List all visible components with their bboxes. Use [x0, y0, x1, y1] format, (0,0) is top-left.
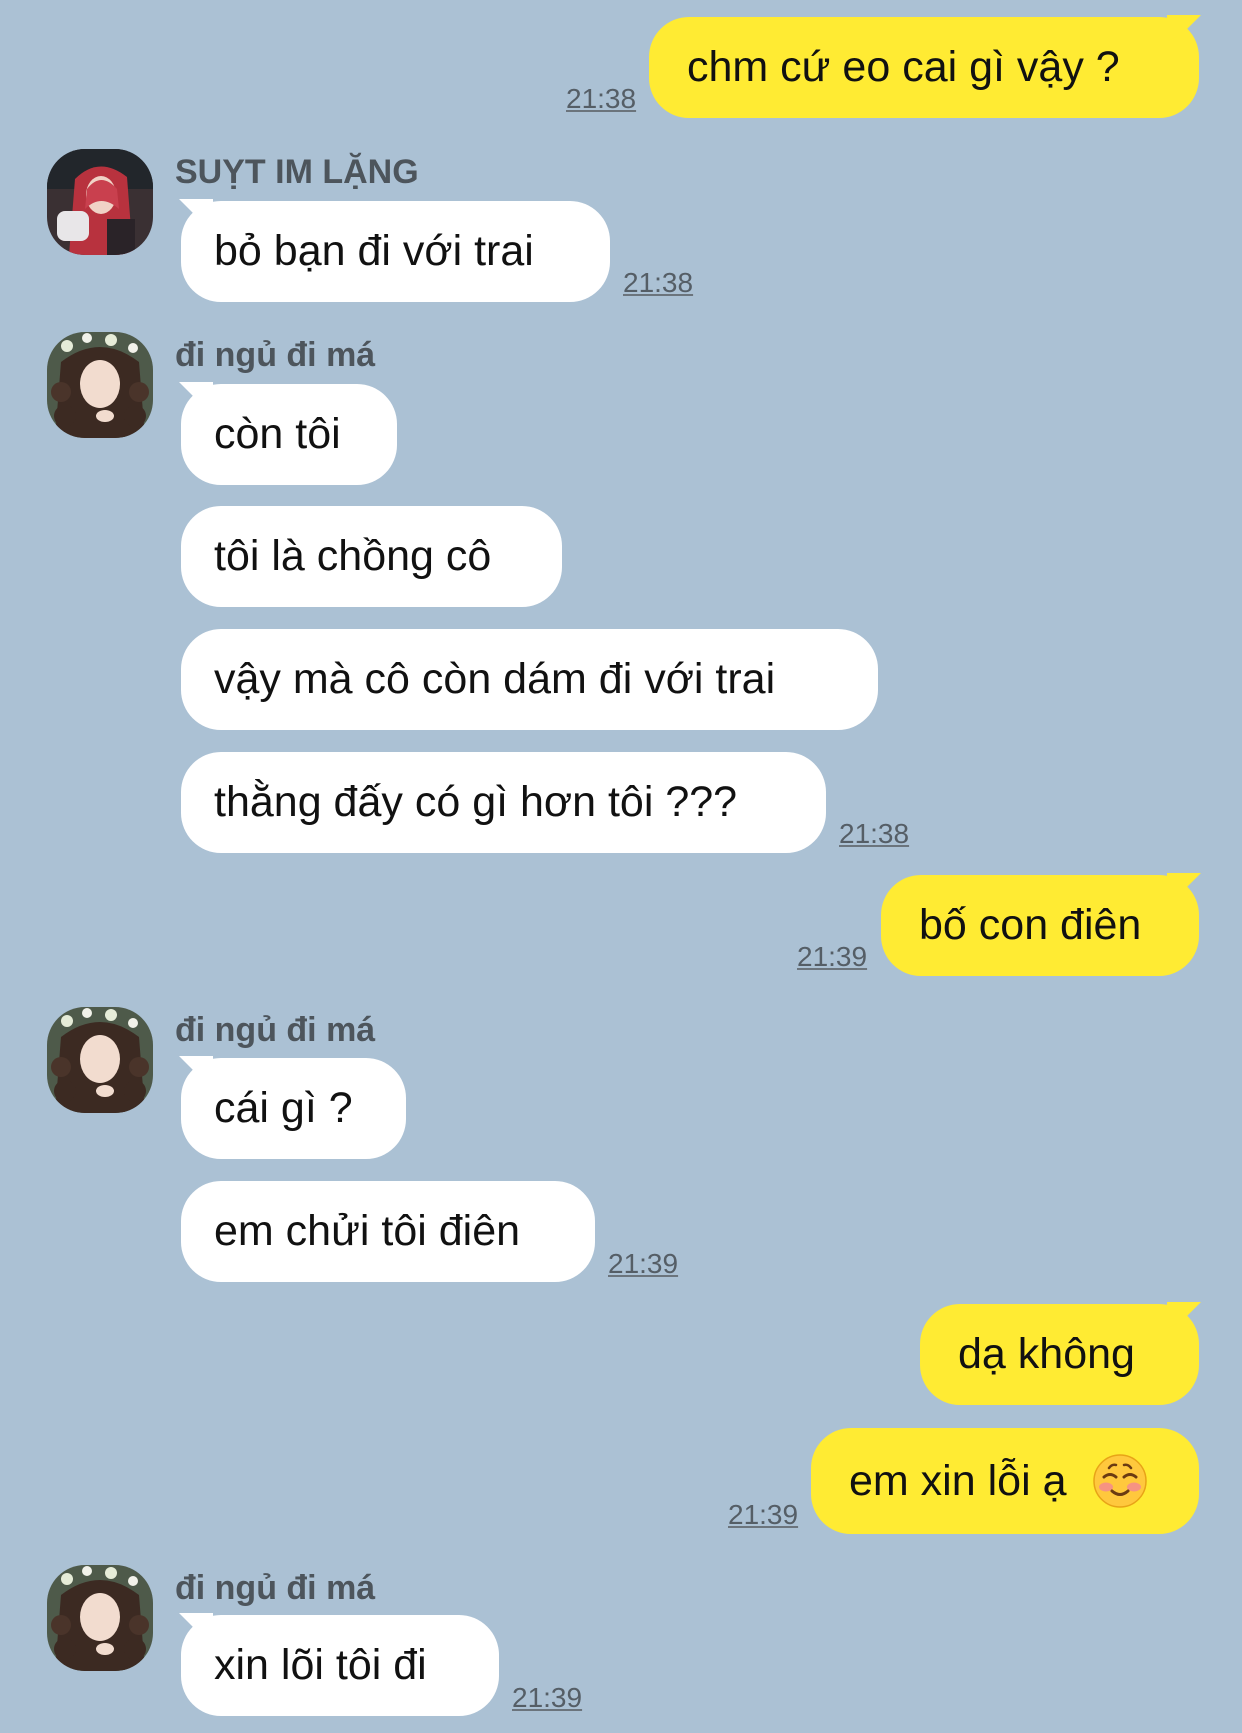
message-timestamp: 21:38: [839, 818, 910, 849]
bubble-tail: [1167, 873, 1201, 899]
message-text: thằng đấy có gì hơn tôi ???: [214, 778, 738, 826]
message-text: vậy mà cô còn dám đi với trai: [214, 655, 776, 703]
message-bubble-outgoing[interactable]: chm cứ eo cai gì vậy ?: [649, 15, 1201, 118]
message-text: dạ không: [958, 1330, 1135, 1378]
sender-avatar-curly-hair[interactable]: [47, 1565, 153, 1671]
bubble-tail: [179, 1056, 213, 1082]
message-text: cái gì ?: [214, 1084, 353, 1132]
message-timestamp: 21:38: [623, 267, 694, 298]
message-timestamp: 21:38: [566, 83, 637, 114]
message-timestamp: 21:39: [797, 941, 868, 972]
sender-name: đi ngủ đi má: [175, 336, 376, 374]
sender-avatar-curly-hair[interactable]: [47, 332, 153, 438]
avatar-image: [47, 1007, 153, 1113]
message-bubble-incoming[interactable]: còn tôi: [179, 382, 397, 485]
message-bubble-outgoing[interactable]: bố con điên: [881, 873, 1201, 976]
message-bubble-incoming[interactable]: vậy mà cô còn dám đi với trai: [181, 629, 878, 730]
bubble-tail: [179, 382, 213, 408]
message-bubble-incoming[interactable]: thằng đấy có gì hơn tôi ???: [181, 752, 826, 853]
bubble-tail: [1167, 1302, 1201, 1328]
message-text: chm cứ eo cai gì vậy ?: [687, 43, 1120, 91]
sender-name: đi ngủ đi má: [175, 1569, 376, 1607]
message-text: em xin lỗi ạ: [849, 1457, 1067, 1505]
message-text: còn tôi: [214, 410, 341, 458]
avatar-image: [47, 149, 153, 255]
bubble-tail: [1167, 15, 1201, 41]
message-text: em chửi tôi điên: [214, 1207, 521, 1255]
message-text: bỏ bạn đi với trai: [214, 227, 534, 275]
message-bubble-incoming[interactable]: tôi là chồng cô: [181, 506, 562, 607]
message-bubble-incoming[interactable]: bỏ bạn đi với trai: [179, 199, 610, 302]
message-text: tôi là chồng cô: [214, 532, 492, 580]
message-bubble-incoming[interactable]: cái gì ?: [179, 1056, 406, 1159]
chat-area[interactable]: chm cứ eo cai gì vậy ? 21:38 SUỴT IM LẶN…: [0, 0, 1242, 1733]
message-bubble-incoming[interactable]: xin lõi tôi đi: [179, 1613, 499, 1716]
smiling-blush-emoji-icon: [1093, 1453, 1148, 1508]
message-bubble-outgoing[interactable]: dạ không: [920, 1302, 1201, 1405]
message-timestamp: 21:39: [512, 1682, 583, 1713]
message-text: bố con điên: [919, 901, 1142, 949]
avatar-image: [47, 332, 153, 438]
message-timestamp: 21:39: [728, 1499, 799, 1530]
sender-avatar-curly-hair[interactable]: [47, 1007, 153, 1113]
avatar-image: [47, 1565, 153, 1671]
bubble-tail: [179, 199, 213, 225]
sender-name: đi ngủ đi má: [175, 1011, 376, 1049]
sender-name: SUỴT IM LẶNG: [175, 153, 419, 191]
message-bubble-incoming[interactable]: em chửi tôi điên: [181, 1181, 595, 1282]
message-text: xin lõi tôi đi: [214, 1641, 427, 1689]
message-bubble-outgoing[interactable]: em xin lỗi ạ: [811, 1428, 1199, 1534]
bubble-tail: [179, 1613, 213, 1639]
message-timestamp: 21:39: [608, 1248, 679, 1279]
sender-avatar-red-hair[interactable]: [47, 149, 153, 255]
